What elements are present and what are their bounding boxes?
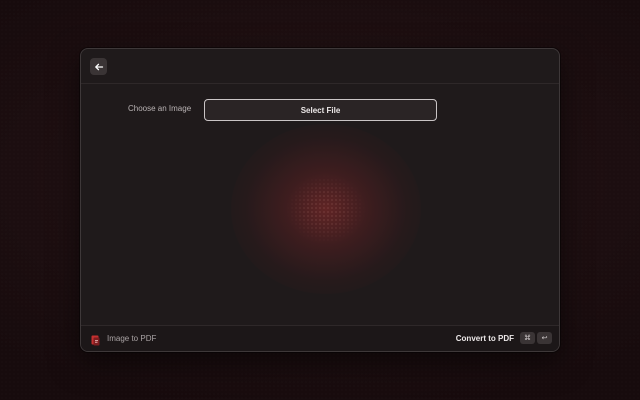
select-file-button[interactable]: Select File xyxy=(204,99,437,121)
convert-to-pdf-action[interactable]: Convert to PDF xyxy=(456,334,514,343)
main-content: Choose an Image Select File xyxy=(81,84,559,325)
background-dot-pattern xyxy=(286,174,366,244)
back-button[interactable] xyxy=(90,58,107,75)
app-window: Choose an Image Select File Image to PDF… xyxy=(80,48,560,352)
image-picker-row: Choose an Image Select File xyxy=(81,99,559,121)
window-toolbar xyxy=(81,49,559,84)
command-key-icon: ⌘ xyxy=(520,332,535,344)
choose-image-label: Choose an Image xyxy=(128,104,192,113)
return-key-icon: ↩ xyxy=(537,332,552,344)
arrow-left-icon xyxy=(94,62,104,72)
pdf-app-icon xyxy=(90,333,101,346)
app-name-label: Image to PDF xyxy=(107,334,157,343)
action-bar: Image to PDF Convert to PDF ⌘ ↩ xyxy=(81,325,559,351)
